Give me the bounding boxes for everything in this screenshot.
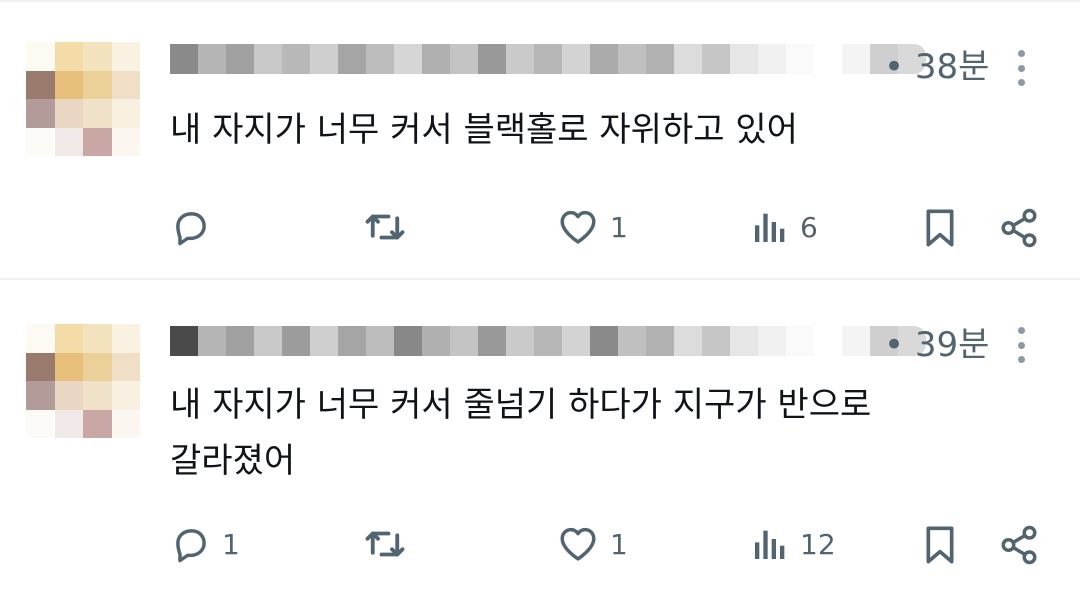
bookmark-button[interactable] bbox=[920, 523, 960, 567]
avatar[interactable] bbox=[26, 324, 140, 438]
share-icon bbox=[1001, 525, 1037, 565]
like-count: 1 bbox=[610, 210, 628, 244]
heart-icon bbox=[560, 527, 596, 561]
heart-icon bbox=[560, 210, 596, 244]
like-button[interactable]: 1 bbox=[556, 206, 628, 248]
post-time[interactable]: • 38분 bbox=[884, 47, 989, 87]
analytics-icon bbox=[755, 530, 785, 559]
post-time[interactable]: • 39분 bbox=[884, 325, 989, 365]
blurred-username[interactable] bbox=[170, 44, 926, 74]
share-button[interactable] bbox=[998, 523, 1040, 567]
post-1[interactable]: • 38분 내 자지가 너무 커서 블랙홀로 자위하고 있어 1 6 bbox=[0, 0, 1080, 278]
share-button[interactable] bbox=[998, 206, 1040, 250]
repost-icon bbox=[365, 531, 405, 557]
views-button[interactable]: 12 bbox=[750, 523, 836, 565]
reply-icon bbox=[176, 212, 206, 246]
post-text: 내 자지가 너무 커서 줄넘기 하다가 지구가 반으로 갈라졌어 bbox=[170, 385, 872, 481]
bookmark-icon bbox=[926, 209, 954, 247]
bookmark-icon bbox=[926, 526, 954, 564]
repost-icon bbox=[365, 214, 405, 240]
like-button[interactable]: 1 bbox=[556, 523, 628, 565]
repost-button[interactable] bbox=[362, 523, 418, 565]
post-2[interactable]: • 39분 내 자지가 너무 커서 줄넘기 하다가 지구가 반으로 갈라졌어 1… bbox=[0, 280, 1080, 598]
more-icon[interactable] bbox=[1013, 327, 1029, 363]
reply-icon bbox=[176, 529, 206, 563]
analytics-icon bbox=[755, 213, 785, 242]
reply-count: 1 bbox=[222, 527, 240, 561]
bookmark-button[interactable] bbox=[920, 206, 960, 250]
blurred-username[interactable] bbox=[170, 326, 926, 356]
reply-button[interactable] bbox=[170, 206, 222, 248]
view-count: 6 bbox=[800, 210, 818, 244]
more-icon[interactable] bbox=[1013, 50, 1029, 86]
reply-button[interactable]: 1 bbox=[170, 523, 240, 565]
share-icon bbox=[1001, 208, 1037, 248]
avatar[interactable] bbox=[26, 42, 140, 156]
repost-button[interactable] bbox=[362, 206, 418, 248]
view-count: 12 bbox=[800, 527, 836, 561]
like-count: 1 bbox=[610, 527, 628, 561]
views-button[interactable]: 6 bbox=[750, 206, 818, 248]
post-text: 내 자지가 너무 커서 블랙홀로 자위하고 있어 bbox=[170, 110, 798, 150]
